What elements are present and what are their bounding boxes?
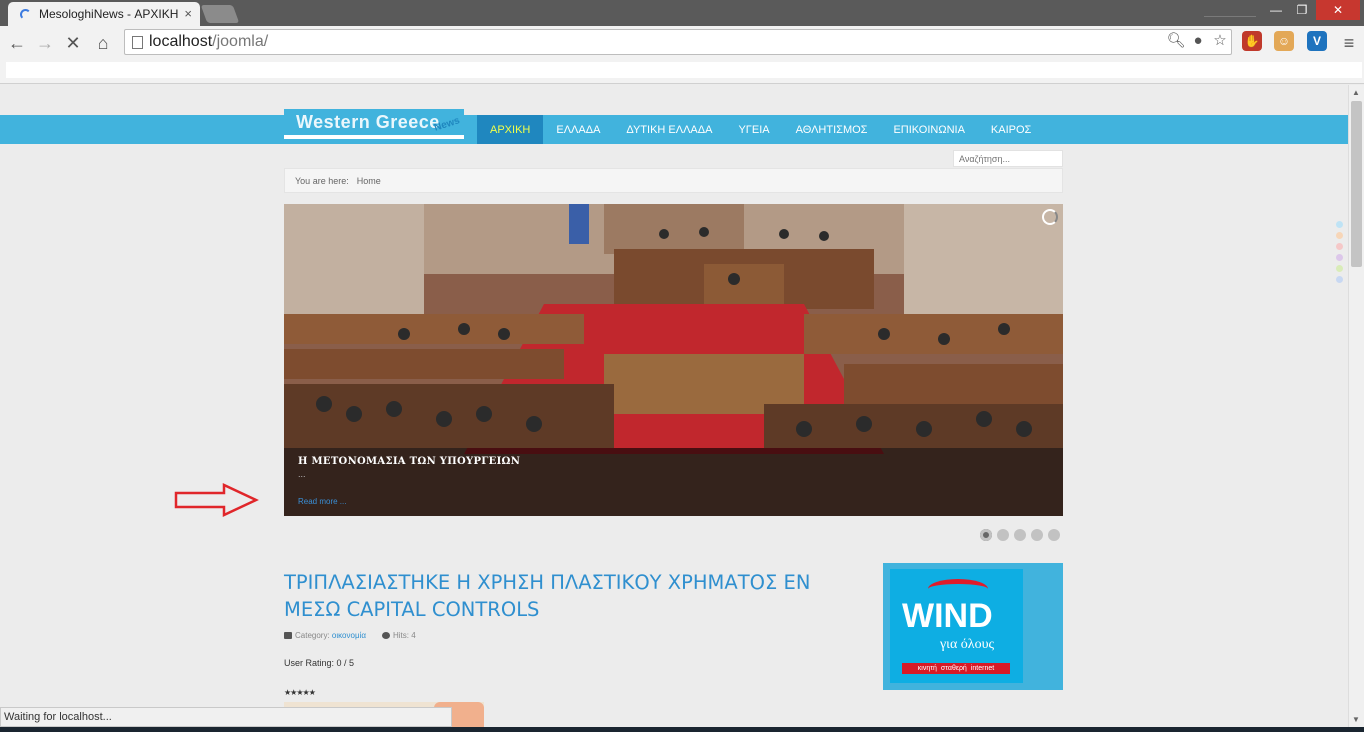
breadcrumb: You are here: Home bbox=[284, 168, 1063, 193]
slide-read-more-link[interactable]: Read more ... bbox=[298, 497, 1049, 506]
rating-stars[interactable]: ★★★★★ bbox=[284, 688, 316, 697]
maximize-button[interactable]: ❐ bbox=[1290, 0, 1314, 20]
scrollbar-thumb[interactable] bbox=[1351, 101, 1362, 267]
breadcrumb-prefix: You are here: bbox=[295, 175, 349, 186]
tab-title: MesologhiNews - ΑΡΧΙΚΗ bbox=[39, 7, 179, 21]
ad-panel: WIND για όλους κινητή σταθερή internet bbox=[890, 569, 1023, 683]
url-path: /joomla/ bbox=[212, 33, 269, 50]
menu-item-western-greece[interactable]: ΔΥΤΙΚΗ ΕΛΛΑΔΑ bbox=[613, 115, 725, 144]
slide-caption: Η ΜΕΤΟΝΟΜΑΣΙΑ ΤΩΝ ΥΠΟΥΡΓΕΙΩΝ ... Read mo… bbox=[284, 448, 1063, 516]
tab-close-icon[interactable]: × bbox=[184, 6, 192, 21]
style-dot-6[interactable] bbox=[1336, 276, 1343, 283]
wind-advertisement[interactable]: WIND για όλους κινητή σταθερή internet bbox=[883, 563, 1063, 690]
style-dot-5[interactable] bbox=[1336, 265, 1343, 272]
slider-dot-5[interactable] bbox=[1048, 529, 1060, 541]
taskbar bbox=[0, 727, 1364, 732]
browser-tab[interactable]: MesologhiNews - ΑΡΧΙΚΗ × bbox=[8, 2, 200, 26]
address-bar[interactable]: localhost/joomla/ bbox=[124, 29, 1232, 55]
lightbulb-icon[interactable]: ● bbox=[1188, 30, 1208, 50]
status-bubble: Waiting for localhost... bbox=[0, 707, 452, 727]
breadcrumb-current: Home bbox=[356, 175, 381, 186]
close-window-button[interactable]: ✕ bbox=[1316, 0, 1360, 20]
wind-swoosh-icon bbox=[928, 579, 988, 599]
menu-item-greece[interactable]: ΕΛΛΑΔΑ bbox=[543, 115, 613, 144]
red-arrow-annotation-icon bbox=[174, 483, 259, 517]
menu-item-sports[interactable]: ΑΘΛΗΤΙΣΜΟΣ bbox=[783, 115, 881, 144]
ad-brand: WIND bbox=[902, 597, 993, 635]
page-viewport: Western Greece News ΑΡΧΙΚΗ ΕΛΛΑΔΑ ΔΥΤΙΚΗ… bbox=[0, 85, 1348, 727]
style-dot-2[interactable] bbox=[1336, 232, 1343, 239]
style-switcher bbox=[1336, 221, 1343, 283]
slide-caption-title[interactable]: Η ΜΕΤΟΝΟΜΑΣΙΑ ΤΩΝ ΥΠΟΥΡΓΕΙΩΝ bbox=[298, 456, 1049, 467]
ad-strip: κινητή σταθερή internet bbox=[902, 663, 1010, 674]
slide-caption-text: ... bbox=[298, 469, 306, 479]
slider-dot-2[interactable] bbox=[997, 529, 1009, 541]
eye-icon bbox=[381, 632, 390, 640]
persona-extension-icon[interactable]: ☺ bbox=[1274, 31, 1294, 51]
menu-item-health[interactable]: ΥΓΕΙΑ bbox=[725, 115, 782, 144]
ad-tagline: για όλους bbox=[940, 637, 995, 652]
logo-text: Western Greece bbox=[296, 112, 440, 132]
menu-item-home[interactable]: ΑΡΧΙΚΗ bbox=[477, 115, 544, 144]
v-extension-icon[interactable]: V bbox=[1307, 31, 1327, 51]
stop-button[interactable]: ✕ bbox=[62, 32, 84, 54]
article-category: Category: οικονομία bbox=[284, 631, 366, 640]
search-icon[interactable]: 🔍︎ bbox=[1166, 30, 1186, 50]
profile-area[interactable] bbox=[1204, 1, 1256, 17]
article-title[interactable]: ΤΡΙΠΛΑΣΙΑΣΤΗΚΕ Η ΧΡΗΣΗ ΠΛΑΣΤΙΚΟΥ ΧΡΗΜΑΤΟ… bbox=[284, 569, 844, 623]
url-host: localhost bbox=[149, 33, 213, 50]
title-bar: MesologhiNews - ΑΡΧΙΚΗ × — ❐ ✕ bbox=[0, 0, 1364, 26]
slider-dot-4[interactable] bbox=[1031, 529, 1043, 541]
style-dot-1[interactable] bbox=[1336, 221, 1343, 228]
user-rating: User Rating: 0 / 5 bbox=[284, 658, 355, 668]
scroll-down-icon[interactable]: ▼ bbox=[1352, 715, 1360, 724]
loading-spinner-icon bbox=[20, 8, 31, 20]
browser-toolbar: ← → ✕ ⌂ localhost/joomla/ 🔍︎ ● ☆ ✋ ☺ V ≡ bbox=[0, 26, 1364, 60]
forward-button[interactable]: → bbox=[34, 32, 56, 54]
page-icon bbox=[132, 36, 143, 49]
main-menu: ΑΡΧΙΚΗ ΕΛΛΑΔΑ ΔΥΤΙΚΗ ΕΛΛΑΔΑ ΥΓΕΙΑ ΑΘΛΗΤΙ… bbox=[477, 115, 1044, 144]
star-icon[interactable]: ☆ bbox=[1210, 30, 1230, 50]
style-dot-3[interactable] bbox=[1336, 243, 1343, 250]
back-button[interactable]: ← bbox=[6, 32, 28, 54]
menu-item-contact[interactable]: ΕΠΙΚΟΙΝΩΝΙΑ bbox=[880, 115, 977, 144]
folder-icon bbox=[284, 632, 292, 640]
home-button[interactable]: ⌂ bbox=[92, 32, 114, 54]
article-meta: Category: οικονομία Hits: 4 bbox=[284, 631, 416, 640]
adblock-extension-icon[interactable]: ✋ bbox=[1242, 31, 1262, 51]
slider-dot-1[interactable] bbox=[980, 529, 992, 541]
category-link[interactable]: οικονομία bbox=[332, 631, 366, 640]
new-tab-button[interactable] bbox=[200, 5, 240, 23]
scroll-up-icon[interactable]: ▲ bbox=[1352, 88, 1360, 97]
site-logo[interactable]: Western Greece News bbox=[284, 109, 464, 143]
logo-underline bbox=[284, 135, 464, 139]
bookmark-bar bbox=[0, 60, 1364, 84]
slider-pager bbox=[980, 529, 1060, 541]
minimize-button[interactable]: — bbox=[1264, 0, 1288, 20]
slider-loader-icon bbox=[1042, 209, 1058, 225]
menu-item-weather[interactable]: ΚΑΙΡΟΣ bbox=[978, 115, 1044, 144]
page-scrollbar[interactable]: ▲ ▼ bbox=[1348, 85, 1364, 727]
image-slider[interactable]: Η ΜΕΤΟΝΟΜΑΣΙΑ ΤΩΝ ΥΠΟΥΡΓΕΙΩΝ ... Read mo… bbox=[284, 204, 1063, 516]
style-dot-4[interactable] bbox=[1336, 254, 1343, 261]
slider-dot-3[interactable] bbox=[1014, 529, 1026, 541]
article-hits: Hits: 4 bbox=[381, 631, 416, 640]
chrome-menu-icon[interactable]: ≡ bbox=[1338, 32, 1360, 54]
search-input[interactable] bbox=[953, 150, 1063, 167]
